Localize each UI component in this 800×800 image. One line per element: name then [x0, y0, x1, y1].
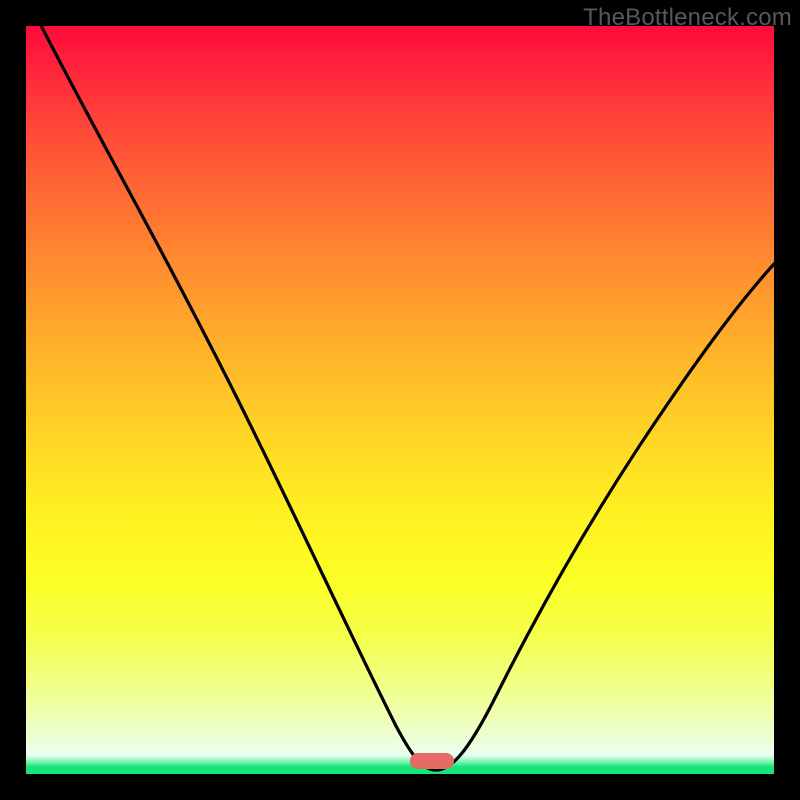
curve-path	[26, 26, 774, 770]
bottleneck-curve	[26, 26, 774, 774]
optimal-marker	[410, 753, 454, 769]
watermark-text: TheBottleneck.com	[583, 4, 792, 32]
plot-area	[26, 26, 774, 774]
